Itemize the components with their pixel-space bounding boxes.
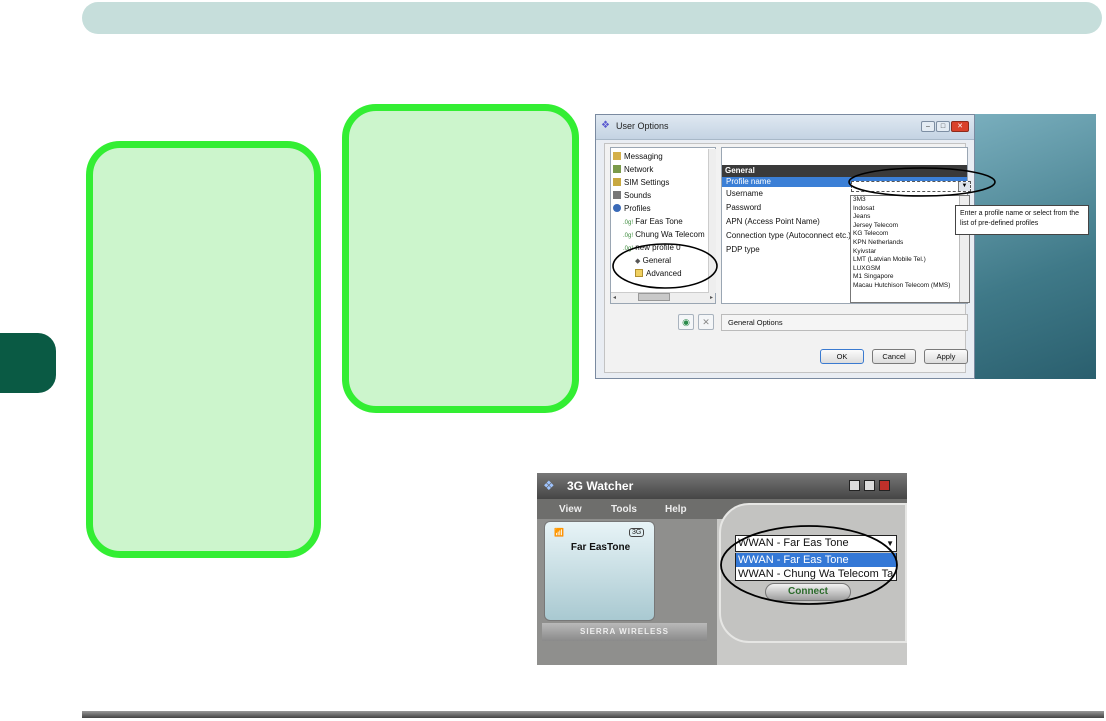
page-footer-bar [82,711,1104,718]
chapter-tab [0,333,56,393]
annotation-ellipse-tree [612,243,718,289]
annotation-overlay [720,525,898,605]
callout-box-center [342,104,579,413]
page-header-bar [82,2,1102,34]
annotation-overlay [612,167,996,289]
user-options-screenshot: ❖ User Options – □ ✕ Messaging Network S… [595,114,1096,379]
annotation-ellipse-profile [848,167,996,197]
3g-watcher-screenshot: ❖ 3G Watcher View Tools Help 📶 3G Far Ea… [537,473,907,665]
annotation-ellipse-profile-select [720,525,898,605]
callout-box-left [86,141,321,558]
